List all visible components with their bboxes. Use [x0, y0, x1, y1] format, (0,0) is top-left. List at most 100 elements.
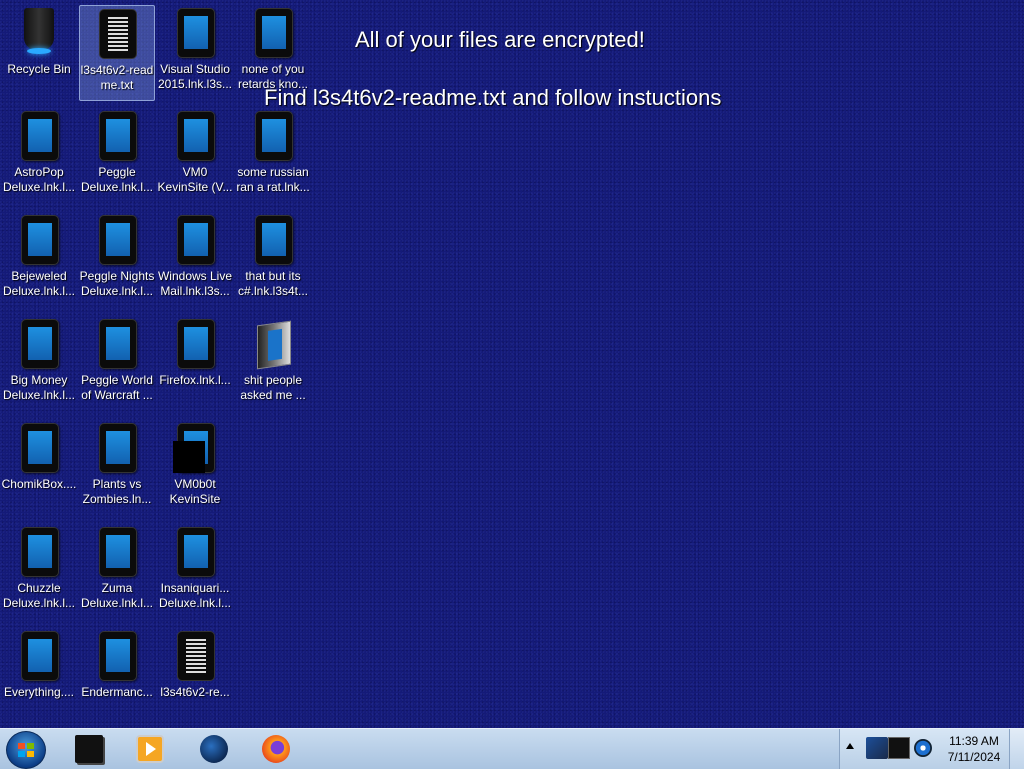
icon-label-2: Deluxe.lnk.l... [80, 180, 154, 194]
volume-icon[interactable] [914, 739, 932, 757]
taskbar: 11:39 AM 7/11/2024 [0, 728, 1024, 769]
shortcut-icon [21, 319, 59, 369]
shortcut-icon [21, 631, 59, 681]
icon-label-2: Deluxe.lnk.l... [158, 596, 232, 610]
desktop-icon-readme-selected[interactable]: l3s4t6v2-read me.txt [79, 5, 155, 101]
icon-label: Firefox.lnk.l... [159, 373, 231, 387]
desktop-icon-readme-2[interactable]: l3s4t6v2-re... [157, 628, 233, 724]
firefox-icon [262, 735, 290, 763]
text-document-icon [177, 631, 215, 681]
desktop-icon-vm0-kevinsite[interactable]: VM0 KevinSite (V... [157, 108, 233, 204]
icon-label-2: KevinSite [169, 492, 221, 506]
desktop[interactable]: All of your files are encrypted! Find l3… [0, 0, 1024, 728]
icon-label: Windows Live [157, 269, 233, 283]
icon-label: Peggle Nights [79, 269, 155, 283]
media-player-icon [136, 735, 164, 763]
icon-label-2: ran a rat.lnk... [236, 180, 310, 194]
display-icon[interactable] [888, 737, 910, 759]
desktop-icon-recycle-bin[interactable]: Recycle Bin [1, 5, 77, 101]
folder-icon [257, 320, 291, 370]
desktop-icon-vm0b0t[interactable]: VM0b0t KevinSite [157, 420, 233, 516]
icon-label: that but its [245, 269, 301, 283]
system-tray: 11:39 AM 7/11/2024 [839, 729, 1024, 769]
desktop-icon-visual-studio[interactable]: Visual Studio 2015.lnk.l3s... [157, 5, 233, 101]
recycle-bin-icon [24, 8, 54, 54]
icon-label-2: asked me ... [240, 388, 306, 402]
desktop-icon-windows-live-mail[interactable]: Windows Live Mail.lnk.l3s... [157, 212, 233, 308]
icon-label-2: Mail.lnk.l3s... [160, 284, 230, 298]
icon-label-2: Deluxe.lnk.l... [2, 388, 76, 402]
desktop-icon-none-of-you[interactable]: none of you retards kno... [235, 5, 311, 101]
icon-label: Recycle Bin [7, 62, 71, 76]
taskbar-firefox[interactable] [245, 732, 303, 766]
start-button[interactable] [6, 731, 46, 769]
icon-label-2: of Warcraft ... [81, 388, 153, 402]
icon-label: l3s4t6v2-re... [160, 685, 230, 699]
shortcut-icon [21, 423, 59, 473]
ransom-message-line2: Find l3s4t6v2-readme.txt and follow inst… [264, 85, 722, 110]
icon-label-2: KevinSite (V... [157, 180, 233, 194]
taskbar-windows-explorer[interactable] [58, 732, 116, 766]
icon-label-2: retards kno... [237, 77, 309, 91]
desktop-icon-everything[interactable]: Everything.... [1, 628, 77, 724]
show-hidden-icons-arrow-icon[interactable] [846, 743, 854, 749]
desktop-icon-that-but-its[interactable]: that but its c#.lnk.l3s4t... [235, 212, 311, 308]
clock-date: 7/11/2024 [947, 750, 1001, 764]
shortcut-icon [177, 215, 215, 265]
icon-label: Everything.... [3, 685, 75, 699]
icon-label: Bejeweled [11, 269, 67, 283]
icon-label-2: Deluxe.lnk.l... [2, 180, 76, 194]
desktop-icon-some-russian[interactable]: some russian ran a rat.lnk... [235, 108, 311, 204]
shortcut-icon [177, 8, 215, 58]
icon-label: ChomikBox.... [1, 477, 77, 491]
icon-label-2: Deluxe.lnk.l... [2, 284, 76, 298]
icon-label: Peggle [98, 165, 136, 179]
icon-label-2: Zombies.ln... [82, 492, 152, 506]
desktop-icon-folder[interactable]: shit people asked me ... [235, 316, 311, 412]
shortcut-icon [255, 111, 293, 161]
desktop-icon-plants-vs-zombies[interactable]: Plants vs Zombies.ln... [79, 420, 155, 516]
desktop-icon-endermanch[interactable]: Endermanc... [79, 628, 155, 724]
taskbar-media-player[interactable] [119, 732, 177, 766]
icon-label-2: Deluxe.lnk.l... [2, 596, 76, 610]
shortcut-icon [99, 215, 137, 265]
desktop-icon-bejeweled[interactable]: Bejeweled Deluxe.lnk.l... [1, 212, 77, 308]
icon-label: AstroPop [14, 165, 64, 179]
shortcut-icon [177, 111, 215, 161]
network-icon[interactable] [866, 737, 888, 759]
desktop-icon-peggle[interactable]: Peggle Deluxe.lnk.l... [79, 108, 155, 204]
taskbar-globe[interactable] [183, 732, 241, 766]
clock[interactable]: 11:39 AM 7/11/2024 [938, 733, 1010, 765]
desktop-icon-zuma[interactable]: Zuma Deluxe.lnk.l... [79, 524, 155, 620]
windows-explorer-icon [75, 735, 103, 763]
show-desktop-button[interactable] [1009, 729, 1024, 769]
desktop-icon-peggle-nights[interactable]: Peggle Nights Deluxe.lnk.l... [79, 212, 155, 308]
icon-label: Endermanc... [81, 685, 153, 699]
icon-label: l3s4t6v2-read [80, 63, 154, 77]
icon-label: none of you [241, 62, 305, 76]
shortcut-icon [21, 111, 59, 161]
icon-label: VM0 [182, 165, 208, 179]
desktop-icon-astropop[interactable]: AstroPop Deluxe.lnk.l... [1, 108, 77, 204]
shortcut-icon [177, 319, 215, 369]
shortcut-icon [99, 319, 137, 369]
desktop-icon-firefox[interactable]: Firefox.lnk.l... [157, 316, 233, 412]
icon-label: Zuma [101, 581, 133, 595]
text-document-icon [99, 9, 137, 59]
clock-time: 11:39 AM [949, 734, 999, 748]
icon-label: Chuzzle [17, 581, 61, 595]
shortcut-icon [99, 527, 137, 577]
icon-label: VM0b0t [174, 477, 216, 491]
ransom-message-line1: All of your files are encrypted! [355, 27, 645, 52]
desktop-icon-chuzzle[interactable]: Chuzzle Deluxe.lnk.l... [1, 524, 77, 620]
desktop-icon-chomikbox[interactable]: ChomikBox.... [1, 420, 77, 516]
shortcut-icon [177, 527, 215, 577]
icon-label-2: 2015.lnk.l3s... [157, 77, 233, 91]
desktop-icon-insaniquarium[interactable]: Insaniquari... Deluxe.lnk.l... [157, 524, 233, 620]
desktop-icon-big-money[interactable]: Big Money Deluxe.lnk.l... [1, 316, 77, 412]
icon-label-2: me.txt [100, 78, 134, 92]
shortcut-icon [255, 8, 293, 58]
icon-label: Visual Studio [160, 62, 230, 76]
icon-label-2: Deluxe.lnk.l... [80, 596, 154, 610]
desktop-icon-peggle-world[interactable]: Peggle World of Warcraft ... [79, 316, 155, 412]
